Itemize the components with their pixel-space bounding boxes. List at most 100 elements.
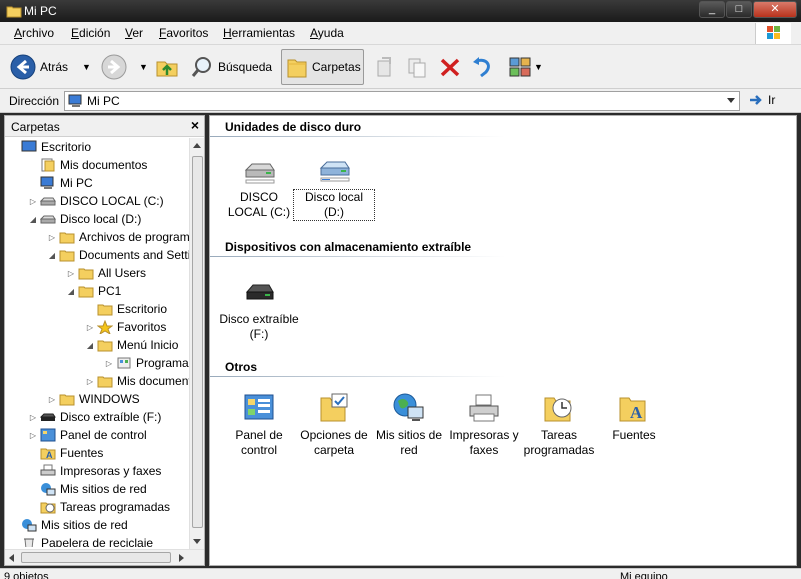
hscroll-thumb[interactable] — [21, 552, 171, 563]
vertical-scrollbar[interactable] — [189, 138, 204, 549]
tree-item[interactable]: Impresoras y faxes — [28, 462, 161, 480]
tree-item-label: Fuentes — [60, 446, 104, 460]
tree-item[interactable]: ▷ Favoritos — [85, 318, 166, 336]
group-divider — [210, 256, 505, 257]
scheduled-tasks-item[interactable]: Tareas programadas — [519, 392, 599, 458]
tree-item[interactable]: Escritorio — [9, 138, 91, 156]
drive-c-item[interactable]: DISCO LOCAL (C:) — [219, 154, 299, 220]
tree-item[interactable]: ▷ Panel de control — [28, 426, 147, 444]
tree-item[interactable]: ▷ Disco extraíble (F:) — [28, 408, 161, 426]
menu-edicion[interactable]: Edición — [71, 26, 110, 40]
expand-toggle-icon[interactable]: ◢ — [47, 251, 57, 260]
menu-favoritos[interactable]: Favoritos — [159, 26, 208, 40]
scroll-up-icon[interactable] — [193, 143, 201, 148]
tree-item[interactable]: ◢ PC1 — [66, 282, 121, 300]
control-panel-item[interactable]: Panel de control — [219, 392, 299, 458]
tasks-icon — [40, 502, 56, 514]
menu-herramientas[interactable]: Herramientas — [223, 26, 295, 40]
expand-toggle-icon[interactable]: ▷ — [28, 197, 38, 206]
tree-item[interactable]: ▷ WINDOWS — [47, 390, 140, 408]
tree-item[interactable]: ◢ Documents and Settings — [47, 246, 190, 264]
scroll-right-icon[interactable] — [179, 554, 184, 562]
expand-toggle-icon[interactable]: ▷ — [66, 269, 76, 278]
drive-d-item[interactable]: Disco local (D:) — [293, 154, 375, 221]
tasks-icon — [544, 397, 572, 422]
tree-item[interactable]: A Fuentes — [28, 444, 103, 462]
drive-d-label: Disco local (D:) — [293, 189, 375, 221]
horizontal-scrollbar[interactable] — [5, 549, 204, 565]
tree-item[interactable]: Mi PC — [28, 174, 93, 192]
go-button[interactable]: Ir — [748, 93, 775, 107]
toolbar: Atrás ▼ ▼ Búsqueda Carpetas ▼ — [0, 45, 801, 89]
back-button[interactable]: Atrás ▼ — [10, 49, 91, 85]
tree-item[interactable]: Escritorio — [85, 300, 167, 318]
views-button[interactable]: ▼ — [508, 49, 543, 85]
menu-archivo[interactable]: Archivo — [14, 26, 54, 40]
tree-item[interactable]: ◢ Disco local (D:) — [28, 210, 141, 228]
status-bar: 9 objetos Mi equipo — [0, 568, 801, 579]
tree-item[interactable]: ▷ Programas — [104, 354, 190, 372]
search-button[interactable]: Búsqueda — [190, 49, 272, 85]
folders-button[interactable]: Carpetas — [281, 49, 364, 85]
minimize-button[interactable]: _ — [699, 1, 725, 18]
forward-dropdown-icon[interactable]: ▼ — [139, 62, 148, 72]
removable-drive-icon — [245, 284, 274, 300]
menu-ayuda[interactable]: Ayuda — [310, 26, 344, 40]
views-dropdown-icon[interactable]: ▼ — [534, 62, 543, 72]
back-dropdown-icon[interactable]: ▼ — [82, 62, 91, 72]
folders-pane-title: Carpetas — [11, 120, 60, 134]
folder-icon — [97, 304, 113, 316]
expand-toggle-icon[interactable]: ▷ — [47, 395, 57, 404]
scroll-left-icon[interactable] — [9, 554, 14, 562]
network-places-item[interactable]: Mis sitios de red — [369, 392, 449, 458]
tree-item[interactable]: ▷ All Users — [66, 264, 146, 282]
expand-toggle-icon[interactable]: ▷ — [47, 233, 57, 242]
address-input[interactable]: Mi PC — [64, 91, 740, 111]
tree-item[interactable]: Tareas programadas — [28, 498, 170, 516]
tree-item[interactable]: Mis sitios de red — [9, 516, 128, 534]
fonts-item[interactable]: A Fuentes — [594, 392, 674, 443]
up-folder-icon — [156, 61, 178, 77]
tree-item[interactable]: Mis documentos — [28, 156, 147, 174]
delete-button[interactable] — [438, 49, 462, 85]
tree-item[interactable]: Papelera de reciclaje — [9, 534, 153, 547]
tree-item-label: WINDOWS — [79, 392, 140, 406]
expand-toggle-icon[interactable]: ◢ — [28, 215, 38, 224]
undo-button[interactable] — [470, 49, 494, 85]
group-title-others: Otros — [225, 360, 258, 374]
tree-item-label: Menú Inicio — [117, 338, 179, 352]
expand-toggle-icon[interactable]: ▷ — [85, 377, 95, 386]
menu-bar: Archivo Edición Ver Favoritos Herramient… — [0, 22, 801, 45]
address-dropdown-icon[interactable] — [727, 98, 735, 103]
title-bar: Mi PC _ □ ✕ — [0, 0, 801, 22]
maximize-button[interactable]: □ — [726, 1, 752, 18]
views-icon — [509, 57, 531, 77]
drive-f-item[interactable]: Disco extraíble (F:) — [219, 276, 299, 342]
expand-toggle-icon[interactable]: ◢ — [66, 287, 76, 296]
close-pane-icon[interactable]: × — [191, 117, 199, 133]
expand-toggle-icon[interactable]: ▷ — [28, 413, 38, 422]
tree-item[interactable]: ▷ Mis documentos — [85, 372, 190, 390]
expand-toggle-icon[interactable]: ▷ — [104, 359, 114, 368]
expand-toggle-icon[interactable]: ▷ — [28, 431, 38, 440]
printers-item[interactable]: Impresoras y faxes — [444, 392, 524, 458]
address-bar: Dirección Mi PC Ir — [0, 89, 801, 113]
close-button[interactable]: ✕ — [753, 1, 797, 18]
status-object-count: 9 objetos — [4, 571, 49, 579]
tree-item[interactable]: ◢ Menú Inicio — [85, 336, 178, 354]
scroll-down-icon[interactable] — [193, 539, 201, 544]
expand-toggle-icon[interactable]: ▷ — [85, 323, 95, 332]
folder-icon — [6, 6, 22, 18]
folder-options-item[interactable]: Opciones de carpeta — [294, 392, 374, 458]
scroll-thumb[interactable] — [192, 156, 203, 528]
copy-to-button[interactable] — [405, 49, 429, 85]
up-folder-button[interactable] — [155, 49, 179, 85]
menu-ver[interactable]: Ver — [125, 26, 143, 40]
expand-toggle-icon[interactable]: ◢ — [85, 341, 95, 350]
go-arrow-icon — [750, 95, 762, 105]
move-to-button[interactable] — [373, 49, 397, 85]
forward-button[interactable]: ▼ — [101, 49, 148, 85]
tree-item[interactable]: ▷ DISCO LOCAL (C:) — [28, 192, 164, 210]
tree-item[interactable]: ▷ Archivos de programa — [47, 228, 190, 246]
tree-item[interactable]: Mis sitios de red — [28, 480, 147, 498]
